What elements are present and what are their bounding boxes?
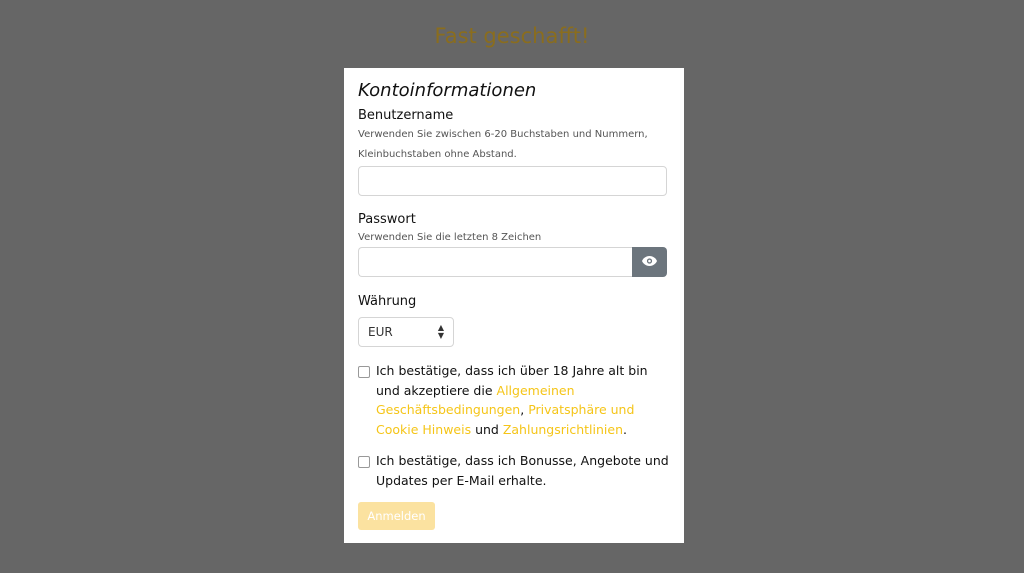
username-hint-line1: Verwenden Sie zwischen 6-20 Buchstaben u…: [358, 129, 648, 140]
form-title: Kontoinformationen: [358, 80, 537, 101]
password-label: Passwort: [358, 212, 416, 227]
page-heading: Fast geschafft!: [434, 24, 590, 48]
eye-icon: [642, 253, 657, 271]
currency-select[interactable]: EUR ▲ ▼: [358, 317, 454, 347]
username-input[interactable]: [358, 166, 667, 196]
marketing-checkbox[interactable]: [358, 456, 370, 468]
currency-selected-value: EUR: [368, 325, 393, 339]
marketing-text: Ich bestätige, dass ich Bonusse, Angebot…: [376, 453, 669, 488]
password-input-group: [358, 247, 667, 277]
submit-button[interactable]: Anmelden: [358, 502, 435, 530]
select-caret-icon: ▲ ▼: [437, 323, 444, 340]
marketing-consent: Ich bestätige, dass ich Bonusse, Angebot…: [358, 451, 670, 490]
username-hint-line2: Kleinbuchstaben ohne Abstand.: [358, 149, 517, 160]
terms-sep2: und: [471, 421, 503, 437]
show-password-button[interactable]: [632, 247, 667, 277]
terms-text: Ich bestätige, dass ich über 18 Jahre al…: [376, 361, 670, 439]
password-hint: Verwenden Sie die letzten 8 Zeichen: [358, 232, 542, 243]
terms-checkbox[interactable]: [358, 366, 370, 378]
terms-sep1: ,: [520, 402, 529, 417]
currency-label: Währung: [358, 294, 417, 309]
password-input[interactable]: [358, 247, 632, 277]
terms-consent: Ich bestätige, dass ich über 18 Jahre al…: [358, 361, 670, 439]
link-payment[interactable]: Zahlungsrichtlinien: [503, 422, 623, 437]
account-form-card: Kontoinformationen Benutzername Verwende…: [344, 68, 684, 543]
terms-end: .: [623, 421, 627, 437]
username-label: Benutzername: [358, 108, 454, 123]
